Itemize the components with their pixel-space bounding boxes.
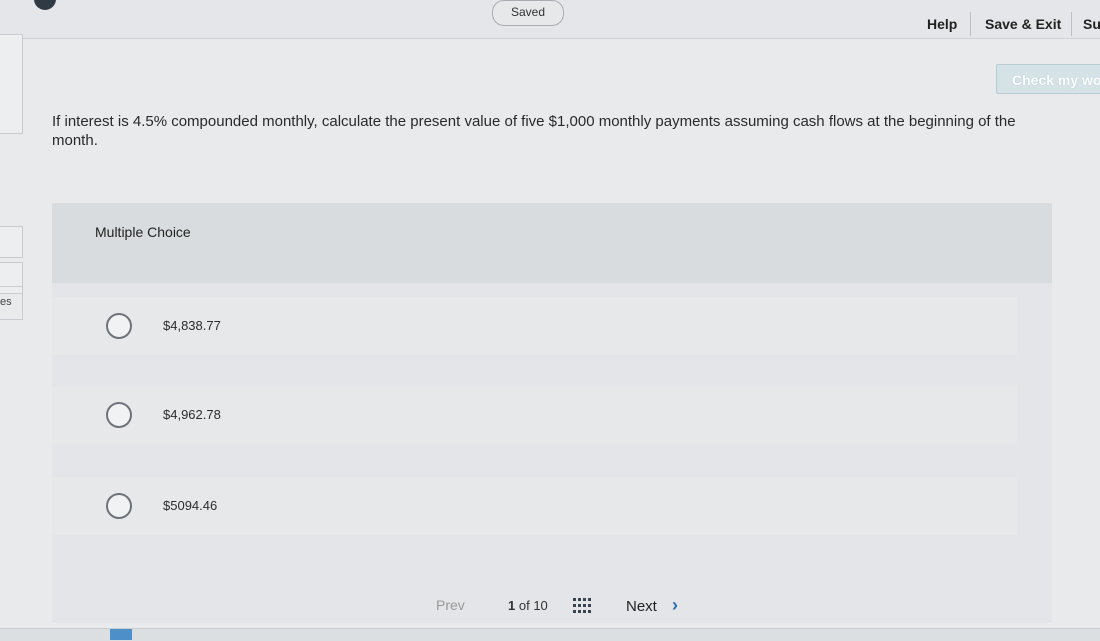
choice-header: [52, 203, 1052, 283]
multiple-choice-panel: Multiple Choice $4,838.77 $4,962.78 $509…: [52, 203, 1052, 623]
answer-option-c[interactable]: $5094.46: [52, 477, 1017, 535]
current-page: 1: [508, 598, 516, 613]
submit-button[interactable]: Su: [1083, 16, 1100, 32]
radio-button[interactable]: [106, 313, 132, 339]
sidebar-partial-label: es: [0, 296, 12, 308]
answer-option-a[interactable]: $4,838.77: [52, 297, 1017, 355]
menu-circle-icon[interactable]: [34, 0, 56, 10]
option-label: $4,962.78: [163, 407, 221, 422]
chevron-right-icon[interactable]: ›: [672, 595, 678, 616]
bottom-bar: [0, 628, 1100, 641]
radio-button[interactable]: [106, 402, 132, 428]
next-button[interactable]: Next: [626, 598, 657, 615]
option-label: $4,838.77: [163, 318, 221, 333]
option-label: $5094.46: [163, 498, 218, 513]
header-divider: [970, 12, 971, 36]
sidebar-tab[interactable]: [0, 34, 23, 134]
choice-type-label: Multiple Choice: [95, 224, 191, 240]
sidebar-tab[interactable]: [0, 226, 23, 258]
top-bar: Saved Help Save & Exit Su: [0, 0, 1100, 39]
help-button[interactable]: Help: [927, 16, 957, 32]
saved-status-badge: Saved: [492, 0, 564, 26]
check-my-work-button[interactable]: Check my wo: [996, 64, 1100, 94]
save-exit-button[interactable]: Save & Exit: [985, 16, 1061, 32]
question-text: If interest is 4.5% compounded monthly, …: [52, 113, 1016, 149]
bottom-tab-indicator[interactable]: [110, 629, 132, 640]
header-divider: [1071, 12, 1072, 36]
grid-icon[interactable]: [573, 598, 591, 614]
prev-button[interactable]: Prev: [436, 597, 465, 613]
page-counter: 1 of 10: [508, 598, 548, 613]
page-total: of 10: [518, 598, 548, 613]
radio-button[interactable]: [106, 493, 132, 519]
answer-option-b[interactable]: $4,962.78: [52, 386, 1017, 444]
